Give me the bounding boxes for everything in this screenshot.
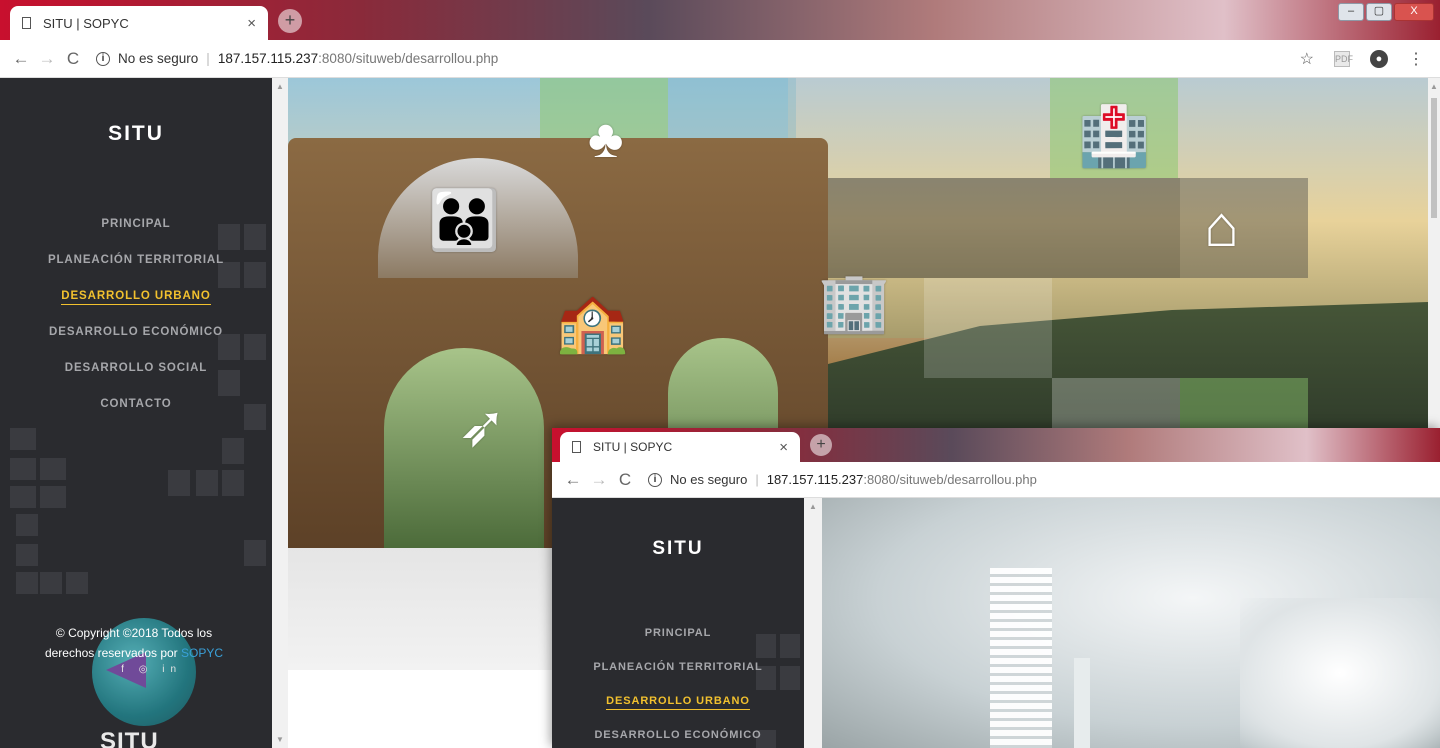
url-host: 187.157.115.237 xyxy=(766,472,864,487)
url-separator: | xyxy=(206,51,210,66)
url-host: 187.157.115.237 xyxy=(217,51,319,66)
scrollbar-thumb[interactable] xyxy=(1431,98,1437,218)
page-icon xyxy=(572,441,581,453)
nav-desarrollo-urbano[interactable]: DESARROLLO URBANO xyxy=(0,286,272,322)
back-icon[interactable]: ← xyxy=(8,49,34,69)
maximize-button[interactable]: ▢ xyxy=(1366,3,1392,21)
overlay-browser-tab[interactable]: SITU | SOPYC × xyxy=(560,432,800,462)
tab-title: SITU | SOPYC xyxy=(43,15,129,31)
tab-strip: SITU | SOPYC × + – ▢ X xyxy=(0,0,1440,40)
new-tab-button[interactable]: + xyxy=(278,9,302,33)
url-separator: | xyxy=(755,472,759,487)
browser-tab[interactable]: SITU | SOPYC × xyxy=(10,6,268,40)
tab-close-icon[interactable]: × xyxy=(779,439,788,456)
info-icon[interactable]: i xyxy=(96,51,110,66)
info-icon[interactable]: i xyxy=(648,472,662,487)
tower-building xyxy=(990,568,1052,748)
overlay-url-field[interactable]: i No es seguro | 187.157.115.237:8080/si… xyxy=(638,466,1047,494)
road-icon: ➶ xyxy=(458,394,507,459)
overlay-hero-image xyxy=(822,498,1440,748)
close-window-button[interactable]: X xyxy=(1394,3,1434,21)
family-icon: 👪 xyxy=(428,188,501,253)
page-icon xyxy=(22,17,31,29)
nav-principal[interactable]: PRINCIPAL xyxy=(0,214,272,250)
menu-icon[interactable]: ⋮ xyxy=(1408,49,1424,69)
nav-desarrollo-economico[interactable]: DESARROLLO ECONÓMICO xyxy=(0,322,272,358)
overlay-sidebar-nav: PRINCIPAL PLANEACIÓN TERRITORIAL DESARRO… xyxy=(552,624,804,748)
window-controls: – ▢ X xyxy=(1338,3,1434,21)
overlay-tab-title: SITU | SOPYC xyxy=(593,440,673,454)
url-field[interactable]: i No es seguro | 187.157.115.237:8080/si… xyxy=(86,45,508,73)
buildings-icon: 🏢 xyxy=(818,270,891,335)
address-bar: ← → C i No es seguro | 187.157.115.237:8… xyxy=(0,40,1440,78)
security-label: No es seguro xyxy=(670,472,748,487)
nav-principal[interactable]: PRINCIPAL xyxy=(552,624,804,658)
reload-icon[interactable]: C xyxy=(612,470,638,490)
minimize-button[interactable]: – xyxy=(1338,3,1364,21)
tree-icon: ♣ xyxy=(588,109,624,169)
nav-contacto[interactable]: CONTACTO xyxy=(0,394,272,430)
back-icon[interactable]: ← xyxy=(560,470,586,490)
school-icon: 🏫 xyxy=(556,290,629,355)
reload-icon[interactable]: C xyxy=(60,49,86,69)
nav-desarrollo-urbano[interactable]: DESARROLLO URBANO xyxy=(552,692,804,726)
nav-planeacion-territorial[interactable]: PLANEACIÓN TERRITORIAL xyxy=(0,250,272,286)
sidebar-nav: PRINCIPAL PLANEACIÓN TERRITORIAL DESARRO… xyxy=(0,214,272,430)
overlay-sidebar-scrollbar[interactable]: ▲ xyxy=(804,498,822,748)
url-path: :8080/situweb/desarrollou.php xyxy=(318,51,499,66)
sidebar-logo[interactable]: SITU xyxy=(0,122,272,146)
overlay-address-bar: ← → C i No es seguro | 187.157.115.237:8… xyxy=(552,462,1440,498)
tab-close-icon[interactable]: × xyxy=(247,15,256,32)
security-label: No es seguro xyxy=(118,51,199,66)
house-icon: ⌂ xyxy=(1204,194,1240,259)
footer-logo: SITU xyxy=(100,728,159,748)
browser-window-overlay: SITU | SOPYC × + ← → C i No es seguro | … xyxy=(552,428,1440,748)
sidebar: SITU PRINCIPAL PLANEACIÓN TERRITORIAL DE… xyxy=(0,78,272,748)
sidebar-scrollbar[interactable]: ▲ ▼ xyxy=(272,78,288,748)
overlay-hero-banner xyxy=(822,498,1440,748)
nav-desarrollo-economico[interactable]: DESARROLLO ECONÓMICO xyxy=(552,726,804,748)
overlay-new-tab-button[interactable]: + xyxy=(810,434,832,456)
overlay-sidebar: SITU PRINCIPAL PLANEACIÓN TERRITORIAL DE… xyxy=(552,498,804,748)
forward-icon[interactable]: → xyxy=(34,49,60,69)
hospital-icon: 🏥 xyxy=(1078,104,1151,169)
url-path: :8080/situweb/desarrollou.php xyxy=(863,472,1037,487)
forward-icon[interactable]: → xyxy=(586,470,612,490)
overlay-sidebar-logo[interactable]: SITU xyxy=(552,538,804,560)
nav-planeacion-territorial[interactable]: PLANEACIÓN TERRITORIAL xyxy=(552,658,804,692)
social-icons: f ◎ in xyxy=(121,664,182,675)
sopyc-link[interactable]: SOPYC xyxy=(181,646,223,660)
star-icon[interactable]: ☆ xyxy=(1300,49,1314,69)
copyright: © Copyright ©2018 Todos los derechos res… xyxy=(44,626,224,660)
account-icon[interactable]: ● xyxy=(1370,49,1388,68)
overlay-tab-strip: SITU | SOPYC × + xyxy=(552,428,1440,462)
toolbar-icons: ☆ PDF ● ⋮ xyxy=(1300,49,1440,69)
nav-desarrollo-social[interactable]: DESARROLLO SOCIAL xyxy=(0,358,272,394)
pdf-extension-icon[interactable]: PDF xyxy=(1334,50,1353,67)
